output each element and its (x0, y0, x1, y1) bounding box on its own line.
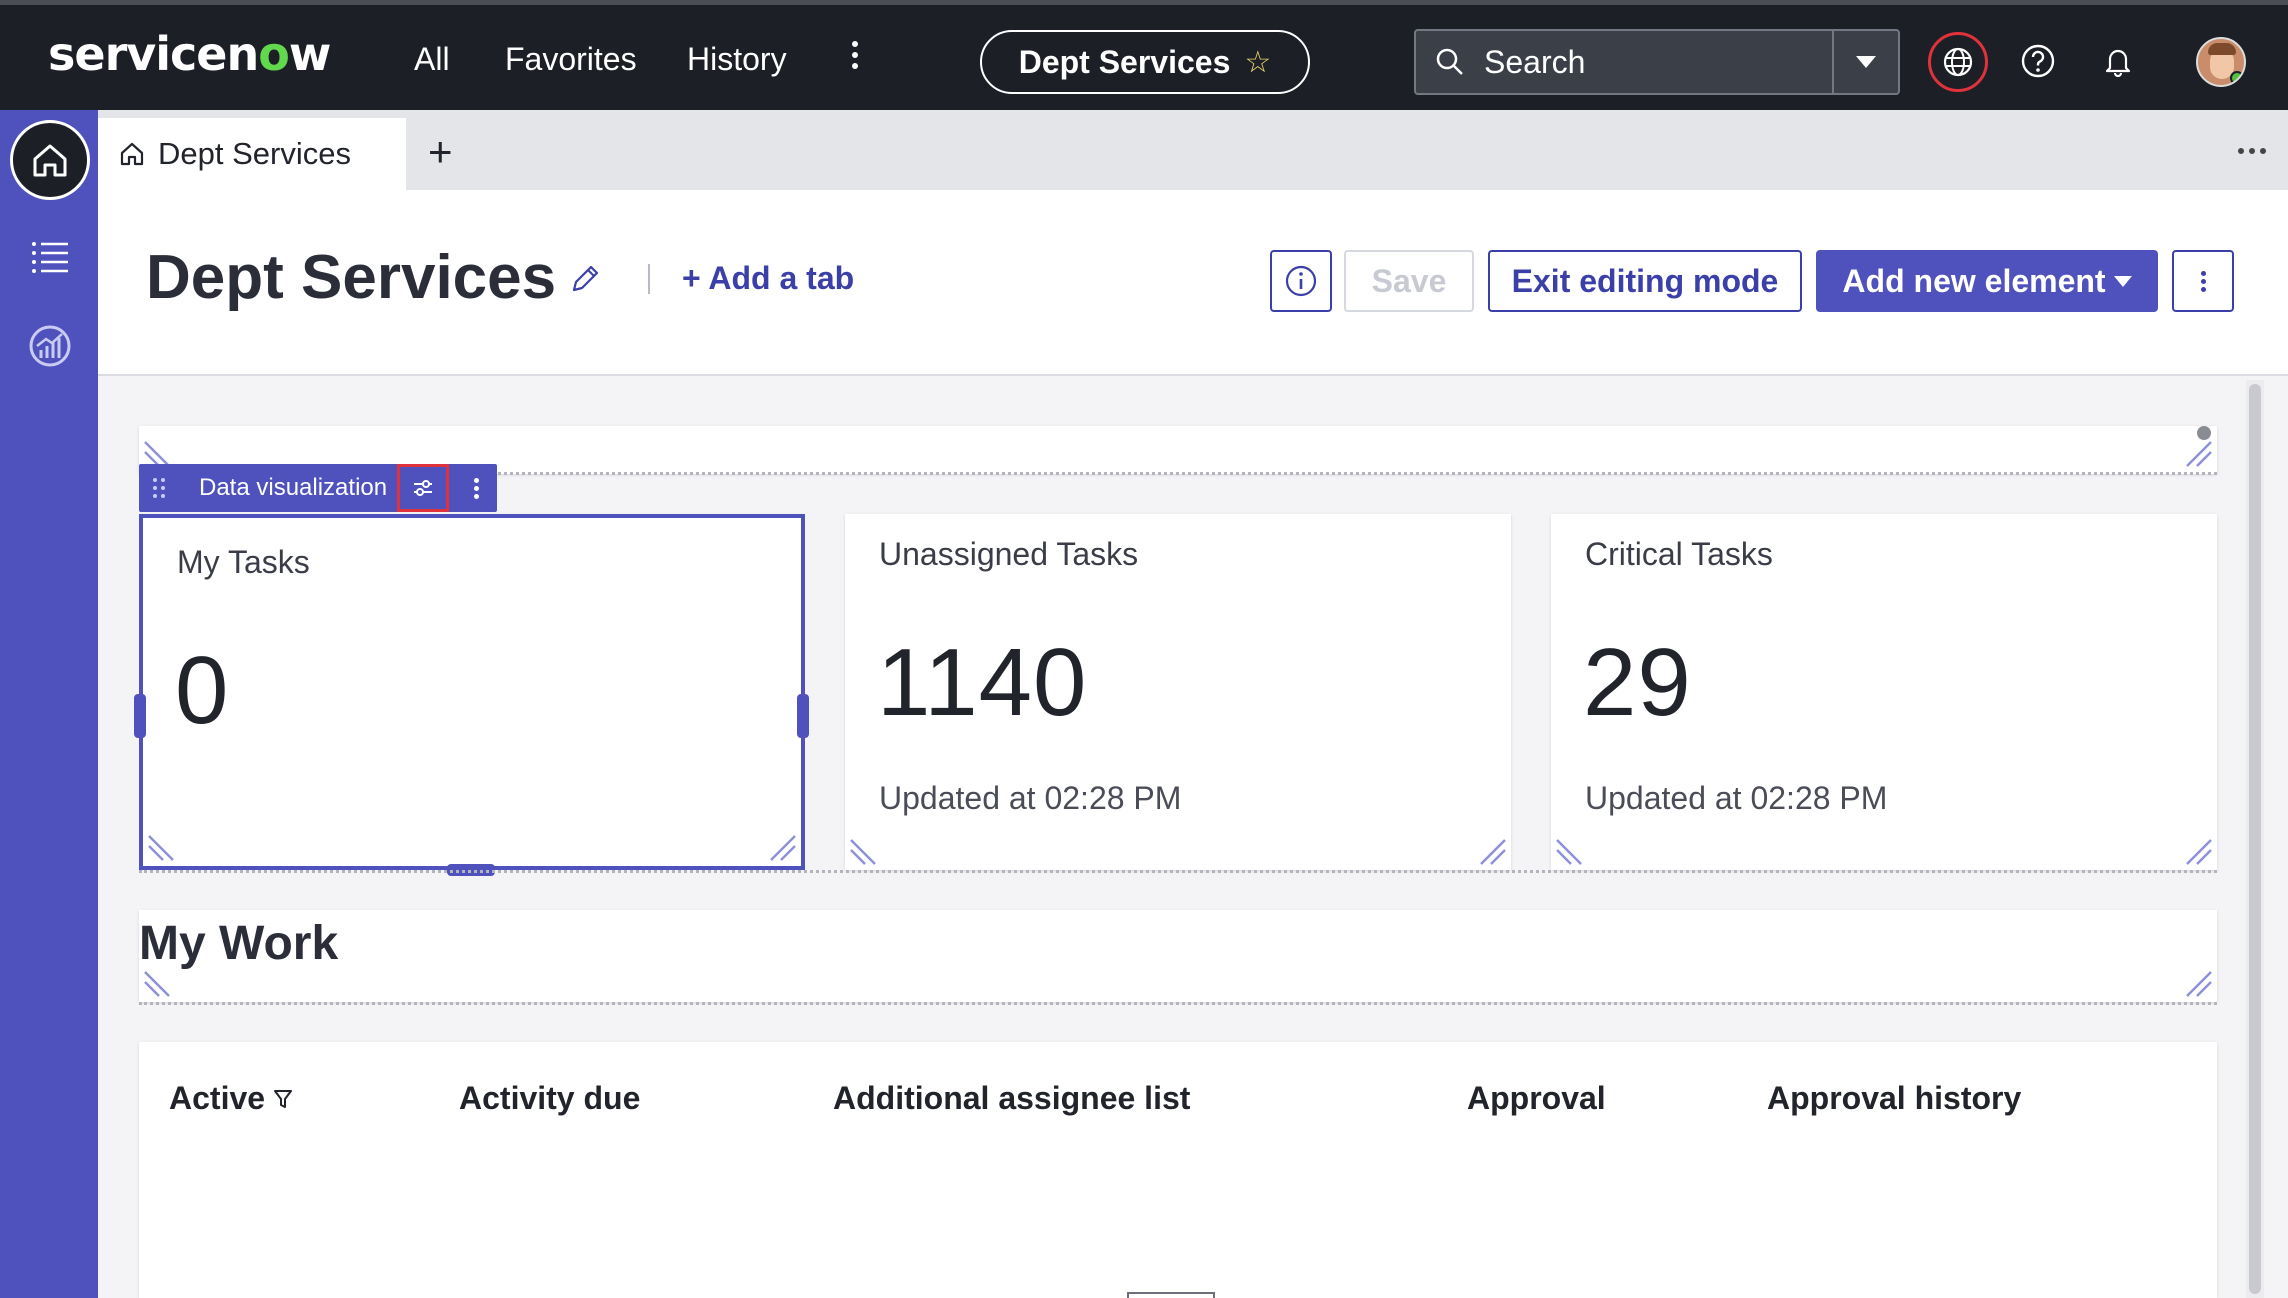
search-placeholder: Search (1484, 43, 1586, 80)
avatar[interactable] (2196, 37, 2246, 87)
data-viz-card-my-tasks[interactable]: My Tasks 0 (139, 514, 805, 870)
resize-handle-right[interactable] (797, 694, 809, 738)
data-visualization-toolbar[interactable]: Data visualization (139, 464, 497, 512)
nav-favorites[interactable]: Favorites (505, 41, 637, 78)
info-icon (1285, 265, 1317, 297)
search-input[interactable]: Search (1414, 29, 1900, 95)
pencil-icon[interactable] (568, 262, 602, 296)
my-work-table[interactable]: Active Activity due Additional assignee … (139, 1042, 2217, 1298)
settings-sliders-icon[interactable] (397, 464, 450, 512)
app-pill-dept-services[interactable]: Dept Services ☆ (980, 30, 1310, 94)
bell-icon[interactable] (2096, 39, 2140, 83)
resize-handle-icon[interactable] (2183, 836, 2213, 866)
column-header-active[interactable]: Active (169, 1080, 293, 1117)
resize-handle-icon[interactable] (1555, 836, 1585, 866)
page-header: Dept Services + Add a tab Save Exit edit… (98, 190, 2288, 376)
home-icon (120, 142, 144, 166)
card-value: 1140 (877, 629, 1088, 736)
grid-guide (139, 870, 2217, 873)
resize-handle-icon[interactable] (849, 836, 879, 866)
column-header-approval[interactable]: Approval (1467, 1080, 1606, 1117)
header-divider (648, 264, 650, 294)
loading-indicator (1127, 1292, 1215, 1298)
caret-down-icon (2113, 275, 2132, 287)
data-viz-card-critical-tasks[interactable]: Critical Tasks 29 Updated at 02:28 PM (1551, 514, 2217, 870)
column-header-activity-due[interactable]: Activity due (459, 1080, 640, 1117)
resize-handle-icon[interactable] (2183, 968, 2213, 998)
card-title: My Tasks (177, 544, 310, 580)
info-button[interactable] (1270, 250, 1332, 312)
toolbar-label: Data visualization (199, 474, 388, 501)
home-icon[interactable] (10, 120, 90, 200)
resize-handle-icon[interactable] (1477, 836, 1507, 866)
list-icon[interactable] (28, 234, 72, 278)
nav-all[interactable]: All (414, 41, 450, 78)
my-work-heading: My Work (139, 917, 339, 970)
vertical-scrollbar[interactable] (2246, 380, 2264, 1298)
card-value: 0 (175, 637, 230, 744)
resize-handle-icon[interactable] (143, 968, 173, 998)
column-header-approval-history[interactable]: Approval history (1767, 1080, 2021, 1117)
tab-label: Dept Services (158, 136, 351, 171)
toolbar-more-icon[interactable] (469, 475, 483, 502)
card-updated: Updated at 02:28 PM (1585, 780, 1888, 816)
grid-guide (139, 1002, 2217, 1005)
container-handle[interactable] (2197, 426, 2211, 440)
app-pill-label: Dept Services (1018, 43, 1231, 80)
star-icon[interactable]: ☆ (1244, 45, 1271, 80)
heading-container[interactable]: My Work (139, 910, 2217, 1002)
card-updated: Updated at 02:28 PM (879, 780, 1182, 816)
card-title: Critical Tasks (1585, 536, 1773, 572)
top-navigation-bar: servicenow All Favorites History Dept Se… (0, 0, 2288, 110)
page-title: Dept Services (146, 243, 557, 312)
left-rail (0, 110, 98, 1298)
resize-handle-icon[interactable] (2183, 438, 2213, 468)
add-new-element-label: Add new element (1842, 262, 2106, 299)
analytics-icon[interactable] (28, 324, 72, 368)
drag-handle-icon[interactable] (139, 478, 179, 498)
add-a-tab-link[interactable]: + Add a tab (682, 260, 854, 297)
nav-history[interactable]: History (687, 41, 787, 78)
filter-icon[interactable] (273, 1088, 293, 1110)
resize-handle-icon[interactable] (147, 832, 177, 862)
add-new-element-button[interactable]: Add new element (1816, 250, 2158, 312)
search-icon (1436, 48, 1463, 75)
help-icon[interactable] (2016, 39, 2060, 83)
resize-handle-icon[interactable] (767, 832, 797, 862)
card-title: Unassigned Tasks (879, 536, 1139, 572)
exit-editing-mode-button[interactable]: Exit editing mode (1488, 250, 1802, 312)
chevron-down-icon[interactable] (1834, 56, 1898, 68)
add-tab-button[interactable]: + (428, 128, 453, 176)
more-menu-icon[interactable] (848, 41, 862, 75)
resize-handle-left[interactable] (134, 694, 146, 738)
card-value: 29 (1583, 629, 1692, 736)
tab-dept-services[interactable]: Dept Services (98, 118, 406, 190)
save-button[interactable]: Save (1344, 250, 1474, 312)
more-horizontal-icon[interactable] (2238, 148, 2266, 154)
column-header-additional-assignee-list[interactable]: Additional assignee list (833, 1080, 1190, 1117)
data-viz-card-unassigned-tasks[interactable]: Unassigned Tasks 1140 Updated at 02:28 P… (845, 514, 1511, 870)
status-indicator (2230, 71, 2244, 85)
globe-icon[interactable] (1928, 32, 1988, 92)
tab-strip: Dept Services + (98, 110, 2288, 190)
more-options-button[interactable] (2172, 250, 2234, 312)
servicenow-logo[interactable]: servicenow (48, 27, 331, 81)
